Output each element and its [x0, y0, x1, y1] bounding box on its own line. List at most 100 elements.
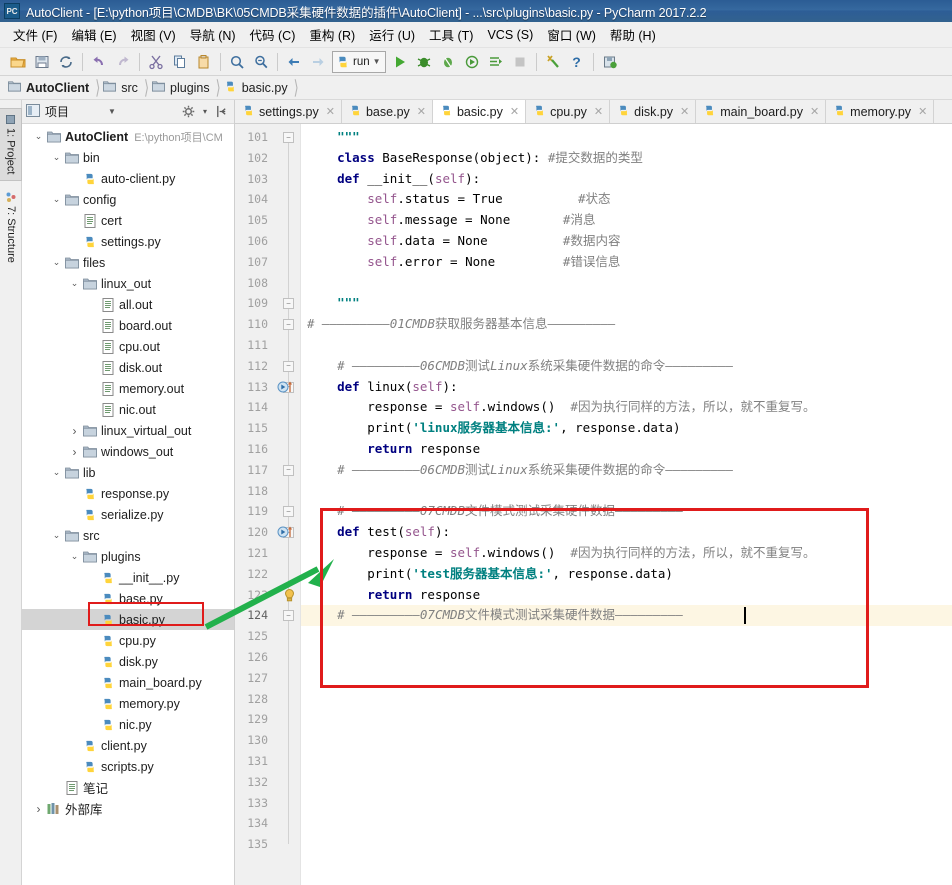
- forward-icon[interactable]: [306, 51, 330, 73]
- code-line[interactable]: def linux(self):: [301, 377, 952, 398]
- fold-collapse-icon[interactable]: −: [283, 319, 294, 331]
- code-line[interactable]: # —————————07CMDB文件模式测试采集硬件数据—————————: [301, 605, 952, 627]
- paste-icon[interactable]: [192, 51, 216, 73]
- fold-collapse-icon[interactable]: −: [283, 298, 294, 310]
- tree-item-basic-py[interactable]: basic.py: [22, 609, 234, 630]
- fold-collapse-icon[interactable]: −: [283, 610, 294, 622]
- tree-item-nic-out[interactable]: nic.out: [22, 399, 234, 420]
- intention-bulb-icon[interactable]: [284, 588, 295, 602]
- code-line[interactable]: # —————————06CMDB测试Linux系统采集硬件数据的命令—————…: [301, 356, 952, 377]
- close-icon[interactable]: ✕: [918, 105, 927, 118]
- code-line[interactable]: # —————————06CMDB测试Linux系统采集硬件数据的命令—————…: [301, 460, 952, 481]
- run-configuration-selector[interactable]: run ▼: [332, 50, 386, 73]
- tree-item-files[interactable]: ⌄ files: [22, 252, 234, 273]
- tree-item-serialize-py[interactable]: serialize.py: [22, 504, 234, 525]
- menu-item-6[interactable]: 运行 (U): [362, 22, 422, 47]
- save-all-icon[interactable]: [30, 51, 54, 73]
- run-gutter-marker[interactable]: [277, 525, 297, 539]
- tree-item-autoclient[interactable]: ⌄ AutoClient E:\python项目\CM: [22, 126, 234, 147]
- chevron-right-icon[interactable]: ›: [68, 441, 81, 462]
- profile-icon[interactable]: [460, 51, 484, 73]
- code-line[interactable]: print('test服务器基本信息:', response.data): [301, 564, 952, 585]
- breadcrumb-item-plugins[interactable]: plugins: [150, 76, 216, 99]
- tree-item-board-out[interactable]: board.out: [22, 315, 234, 336]
- code-line[interactable]: [301, 772, 952, 793]
- tree-item-scripts-py[interactable]: scripts.py: [22, 756, 234, 777]
- menu-item-10[interactable]: 帮助 (H): [603, 22, 663, 47]
- collapse-all-icon[interactable]: [212, 103, 230, 121]
- code-line[interactable]: return response: [301, 585, 952, 606]
- code-line[interactable]: def __init__(self):: [301, 169, 952, 190]
- open-folder-icon[interactable]: [6, 51, 30, 73]
- tree-item-disk-out[interactable]: disk.out: [22, 357, 234, 378]
- tree-item-response-py[interactable]: response.py: [22, 483, 234, 504]
- tree-item-lib[interactable]: ⌄ lib: [22, 462, 234, 483]
- editor-tab-cpu-py[interactable]: cpu.py ✕: [526, 100, 611, 123]
- menu-item-0[interactable]: 文件 (F): [6, 22, 64, 47]
- menu-item-9[interactable]: 窗口 (W): [540, 22, 603, 47]
- editor-gutter[interactable]: −−−−−−−−−: [275, 124, 301, 885]
- chevron-down-icon[interactable]: ▼: [373, 57, 381, 66]
- run-gutter-marker[interactable]: [277, 380, 297, 394]
- tree-item-settings-py[interactable]: settings.py: [22, 231, 234, 252]
- build-icon[interactable]: [484, 51, 508, 73]
- code-line[interactable]: return response: [301, 439, 952, 460]
- menu-item-7[interactable]: 工具 (T): [422, 22, 480, 47]
- chevron-down-icon[interactable]: ▾: [203, 107, 207, 116]
- close-icon[interactable]: ✕: [594, 105, 603, 118]
- close-icon[interactable]: ✕: [510, 105, 519, 118]
- back-icon[interactable]: [282, 51, 306, 73]
- tree-item-__init__-py[interactable]: __init__.py: [22, 567, 234, 588]
- settings-wrench-icon[interactable]: [541, 51, 565, 73]
- coverage-icon[interactable]: [436, 51, 460, 73]
- help-icon[interactable]: ?: [565, 51, 589, 73]
- editor-tab-main_board-py[interactable]: main_board.py ✕: [696, 100, 827, 123]
- tree-item-linux_out[interactable]: ⌄ linux_out: [22, 273, 234, 294]
- debug-icon[interactable]: [412, 51, 436, 73]
- menu-item-1[interactable]: 编辑 (E): [64, 22, 123, 47]
- menu-item-4[interactable]: 代码 (C): [243, 22, 303, 47]
- code-line[interactable]: print('linux服务器基本信息:', response.data): [301, 418, 952, 439]
- breadcrumb-item-src[interactable]: src: [101, 76, 144, 99]
- code-line[interactable]: [301, 709, 952, 730]
- tree-item-windows_out[interactable]: › windows_out: [22, 441, 234, 462]
- tree-item-config[interactable]: ⌄ config: [22, 189, 234, 210]
- copy-icon[interactable]: [168, 51, 192, 73]
- editor-tab-settings-py[interactable]: settings.py ✕: [235, 100, 342, 123]
- menu-item-3[interactable]: 导航 (N): [183, 22, 243, 47]
- code-line[interactable]: class BaseResponse(object): #提交数据的类型: [301, 148, 952, 169]
- chevron-down-icon[interactable]: ⌄: [50, 189, 63, 210]
- sidebar-item-project[interactable]: 1: Project: [0, 108, 22, 182]
- editor-tab-disk-py[interactable]: disk.py ✕: [610, 100, 697, 123]
- code-line[interactable]: [301, 626, 952, 647]
- code-line[interactable]: """: [301, 127, 952, 148]
- code-line[interactable]: self.status = True #状态: [301, 189, 952, 210]
- code-line[interactable]: self.error = None #错误信息: [301, 252, 952, 273]
- sidebar-item-structure[interactable]: 7: Structure: [0, 186, 22, 269]
- code-line[interactable]: # —————————01CMDB获取服务器基本信息—————————: [301, 314, 952, 335]
- editor-tab-memory-py[interactable]: memory.py ✕: [826, 100, 935, 123]
- update-icon[interactable]: [598, 51, 622, 73]
- find-icon[interactable]: [225, 51, 249, 73]
- menu-item-5[interactable]: 重构 (R): [302, 22, 362, 47]
- chevron-down-icon[interactable]: ⌄: [68, 273, 81, 294]
- close-icon[interactable]: ✕: [326, 105, 335, 118]
- sync-icon[interactable]: [54, 51, 78, 73]
- tree-item---[interactable]: 笔记: [22, 777, 234, 798]
- close-icon[interactable]: ✕: [680, 105, 689, 118]
- chevron-right-icon[interactable]: ›: [68, 420, 81, 441]
- tree-item----[interactable]: › 外部库: [22, 798, 234, 819]
- code-line[interactable]: [301, 668, 952, 689]
- tree-item-base-py[interactable]: base.py: [22, 588, 234, 609]
- menu-item-8[interactable]: VCS (S): [480, 25, 540, 45]
- chevron-down-icon[interactable]: ⌄: [50, 252, 63, 273]
- close-icon[interactable]: ✕: [810, 105, 819, 118]
- chevron-right-icon[interactable]: ›: [32, 798, 45, 819]
- cut-icon[interactable]: [144, 51, 168, 73]
- tree-item-main_board-py[interactable]: main_board.py: [22, 672, 234, 693]
- tree-item-client-py[interactable]: client.py: [22, 735, 234, 756]
- project-tree[interactable]: ⌄ AutoClient E:\python项目\CM ⌄ bin auto-client…: [22, 124, 234, 885]
- code-line[interactable]: [301, 273, 952, 294]
- code-line[interactable]: [301, 481, 952, 502]
- tree-item-src[interactable]: ⌄ src: [22, 525, 234, 546]
